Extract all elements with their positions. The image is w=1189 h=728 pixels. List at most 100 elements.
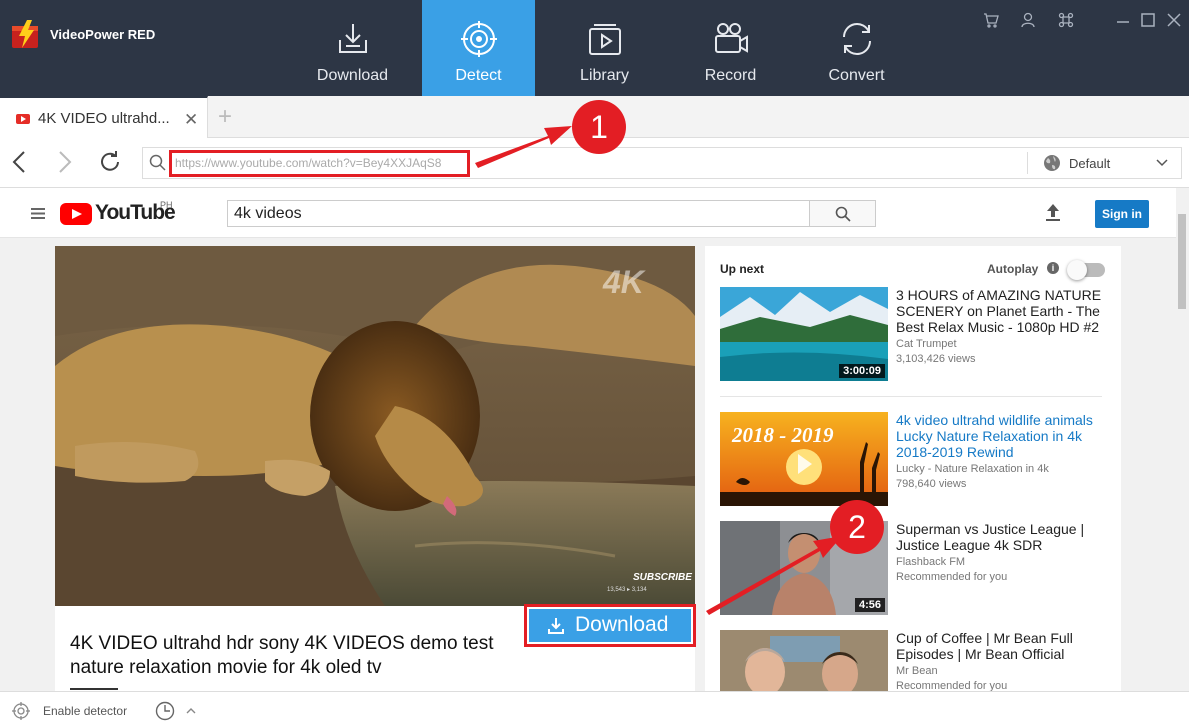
browser-tab[interactable]: 4K VIDEO ultrahd... ✕ bbox=[0, 96, 208, 138]
convert-icon bbox=[843, 23, 871, 55]
youtube-search-button[interactable] bbox=[809, 200, 876, 227]
recommendation-meta: 798,640 views bbox=[896, 478, 967, 490]
youtube-watch-page: 4K SUBSCRIBE 13,543 ▸ 3,134 4K VIDEO ult… bbox=[0, 238, 1176, 691]
country-code: PH bbox=[160, 200, 173, 210]
thumbnail-sunset-giraffes: 2018 - 2019 bbox=[720, 412, 888, 506]
callout-step-2: 2 bbox=[830, 500, 884, 554]
info-icon[interactable]: i bbox=[1047, 262, 1059, 274]
recommendation-item[interactable]: 3:00:09 3 HOURS of AMAZING NATURE SCENER… bbox=[720, 287, 1110, 381]
minimize-button[interactable] bbox=[1115, 12, 1135, 32]
thumbnail-mr-bean bbox=[720, 630, 888, 691]
user-icon bbox=[1021, 12, 1035, 28]
new-tab-icon[interactable]: + bbox=[218, 103, 232, 131]
library-icon bbox=[589, 24, 621, 55]
nav-tab-detect[interactable]: Detect bbox=[422, 0, 535, 96]
sidebar-separator bbox=[720, 396, 1102, 397]
recommendation-item[interactable]: 2018 - 2019 4k video ultrahd wildlife an… bbox=[720, 412, 1110, 506]
clock-icon[interactable] bbox=[155, 701, 175, 721]
record-icon bbox=[715, 23, 748, 53]
download-button-label: Download bbox=[575, 613, 669, 636]
enable-detector-label[interactable]: Enable detector bbox=[43, 704, 127, 718]
video-duration: 3:00:09 bbox=[839, 364, 885, 378]
close-button[interactable] bbox=[1166, 12, 1186, 32]
video-frame-lion bbox=[55, 246, 695, 606]
recommendation-meta: 3,103,426 views bbox=[896, 353, 976, 365]
app-window: VideoPower RED Download Detect Library R… bbox=[0, 0, 1189, 728]
status-bar: Enable detector bbox=[0, 691, 1189, 728]
recommendation-item[interactable]: Cup of Coffee | Mr Bean Full Episodes | … bbox=[720, 630, 1110, 691]
chevron-up-icon[interactable] bbox=[185, 705, 197, 717]
recommendation-item[interactable]: 4:56 Superman vs Justice League | Justic… bbox=[720, 521, 1110, 615]
recommendation-thumbnail[interactable] bbox=[720, 630, 888, 691]
back-icon[interactable] bbox=[8, 150, 32, 174]
youtube-header: YouTube PH Sign in bbox=[0, 188, 1176, 238]
recommendation-channel[interactable]: Flashback FM bbox=[896, 556, 965, 568]
video-stats-watermark: 13,543 ▸ 3,134 bbox=[607, 587, 647, 593]
recommendation-meta: Recommended for you bbox=[896, 680, 1008, 691]
nav-tab-convert[interactable]: Convert bbox=[800, 0, 913, 96]
recommendation-title[interactable]: Superman vs Justice League | Justice Lea… bbox=[896, 521, 1108, 553]
resolution-selector[interactable]: Default bbox=[1069, 156, 1110, 171]
recommendation-channel[interactable]: Lucky - Nature Relaxation in 4k bbox=[896, 463, 1049, 475]
video-title: 4K VIDEO ultrahd hdr sony 4K VIDEOS demo… bbox=[70, 633, 494, 678]
forward-icon[interactable] bbox=[52, 150, 76, 174]
youtube-logo-icon[interactable] bbox=[60, 203, 92, 225]
upload-icon[interactable] bbox=[1043, 203, 1063, 223]
recommendation-thumbnail[interactable]: 2018 - 2019 bbox=[720, 412, 888, 506]
sign-in-button[interactable]: Sign in bbox=[1095, 200, 1149, 228]
recommendation-title[interactable]: 3 HOURS of AMAZING NATURE SCENERY on Pla… bbox=[896, 287, 1108, 335]
callout-step-1: 1 bbox=[572, 100, 626, 154]
maximize-icon bbox=[1141, 13, 1155, 27]
tab-close-icon[interactable]: ✕ bbox=[184, 110, 198, 130]
video-player[interactable]: 4K SUBSCRIBE 13,543 ▸ 3,134 bbox=[55, 246, 695, 606]
nav-tab-library[interactable]: Library bbox=[548, 0, 661, 96]
youtube-favicon-icon bbox=[16, 114, 30, 124]
nav-tab-label: Detect bbox=[455, 67, 502, 84]
recommendation-thumbnail[interactable]: 3:00:09 bbox=[720, 287, 888, 381]
nav-tab-label: Convert bbox=[828, 67, 885, 84]
up-next-sidebar: Up next Autoplay i 3:00:09 3 HOURS of AM… bbox=[705, 246, 1121, 691]
autoplay-label: Autoplay bbox=[987, 262, 1039, 276]
command-icon bbox=[1058, 12, 1074, 28]
search-icon bbox=[835, 206, 851, 222]
video-duration: 4:56 bbox=[854, 598, 885, 612]
hamburger-menu-icon[interactable] bbox=[31, 208, 45, 219]
youtube-search-input[interactable] bbox=[227, 200, 810, 227]
close-icon bbox=[1167, 13, 1181, 27]
settings-button[interactable] bbox=[1058, 12, 1078, 32]
thumbnail-text: 2018 - 2019 bbox=[731, 423, 834, 447]
nav-tab-label: Record bbox=[704, 67, 757, 84]
title-underline bbox=[70, 688, 118, 690]
download-icon bbox=[548, 618, 564, 634]
detector-icon[interactable] bbox=[12, 702, 30, 720]
nav-tab-download[interactable]: Download bbox=[296, 0, 409, 96]
account-button[interactable] bbox=[1020, 12, 1040, 32]
browser-tab-title: 4K VIDEO ultrahd... bbox=[38, 110, 170, 127]
cart-button[interactable] bbox=[983, 12, 1003, 32]
autoplay-toggle[interactable] bbox=[1067, 260, 1105, 280]
maximize-button[interactable] bbox=[1140, 12, 1160, 32]
recommendation-title[interactable]: 4k video ultrahd wildlife animals Lucky … bbox=[896, 412, 1108, 460]
recommendation-meta: Recommended for you bbox=[896, 571, 1008, 583]
url-bar[interactable]: https://www.youtube.com/watch?v=Bey4XXJA… bbox=[142, 147, 1182, 179]
app-title: VideoPower RED bbox=[50, 27, 156, 42]
download-button[interactable]: Download bbox=[529, 609, 691, 642]
recommendation-title[interactable]: Cup of Coffee | Mr Bean Full Episodes | … bbox=[896, 630, 1108, 662]
chevron-down-icon[interactable] bbox=[1155, 156, 1169, 170]
video-4k-watermark: 4K bbox=[603, 264, 644, 300]
cart-icon bbox=[984, 13, 999, 28]
subscribe-watermark: SUBSCRIBE bbox=[633, 572, 692, 583]
url-highlight-box bbox=[169, 150, 470, 177]
nav-tab-label: Download bbox=[316, 67, 389, 84]
up-next-heading: Up next bbox=[720, 262, 765, 276]
recommendation-channel[interactable]: Cat Trumpet bbox=[896, 338, 957, 350]
search-icon bbox=[149, 154, 166, 171]
globe-icon bbox=[1044, 155, 1060, 171]
download-icon bbox=[339, 24, 367, 53]
detect-icon bbox=[461, 21, 497, 57]
scrollbar-thumb[interactable] bbox=[1178, 214, 1186, 309]
nav-tab-record[interactable]: Record bbox=[674, 0, 787, 96]
recommendation-channel[interactable]: Mr Bean bbox=[896, 665, 938, 677]
reload-icon[interactable] bbox=[98, 150, 122, 174]
page-scrollbar[interactable] bbox=[1176, 188, 1189, 691]
